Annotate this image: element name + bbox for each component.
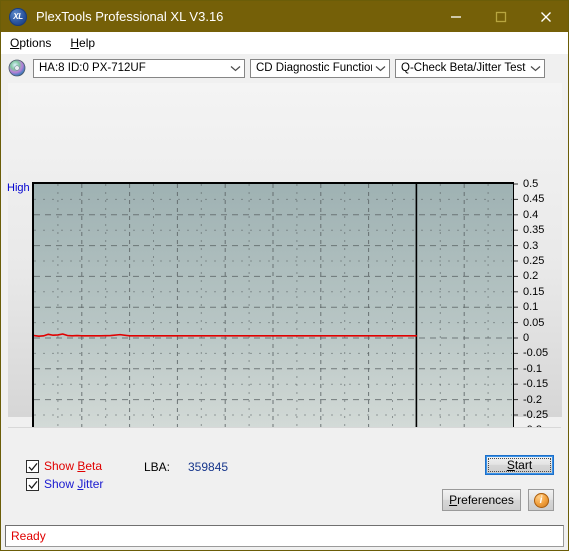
window-title: PlexTools Professional XL V3.16 bbox=[36, 9, 224, 24]
toolbar: HA:8 ID:0 PX-712UF CD Diagnostic Functio… bbox=[1, 54, 568, 82]
chevron-down-icon bbox=[372, 65, 389, 72]
preferences-button[interactable]: Preferences bbox=[442, 489, 521, 511]
minimize-icon[interactable] bbox=[433, 1, 478, 32]
test-select-value: Q-Check Beta/Jitter Test bbox=[401, 62, 526, 74]
drive-select[interactable]: HA:8 ID:0 PX-712UF bbox=[33, 58, 245, 78]
y-tick-label: 0.2 bbox=[523, 270, 539, 283]
show-jitter-label: Show Jitter bbox=[44, 477, 104, 491]
menu-item-options[interactable]: Options bbox=[7, 34, 60, 52]
show-jitter-checkbox-row[interactable]: Show Jitter bbox=[26, 477, 103, 491]
y-tick-label: 0.45 bbox=[523, 193, 545, 206]
plextools-window: XL PlexTools Professional XL V3.16 Optio… bbox=[0, 0, 569, 551]
status-text: Ready bbox=[11, 529, 46, 543]
y-tick-label: 0.1 bbox=[523, 301, 539, 314]
app-icon: XL bbox=[9, 7, 27, 26]
cd-disc-icon bbox=[8, 59, 26, 77]
show-beta-checkbox[interactable] bbox=[26, 459, 39, 473]
y-tick-label: -0.25 bbox=[523, 409, 549, 421]
function-select[interactable]: CD Diagnostic Functions bbox=[250, 58, 390, 78]
show-jitter-checkbox[interactable] bbox=[26, 477, 39, 491]
chevron-down-icon bbox=[227, 65, 244, 72]
y-tick-label: 0.4 bbox=[523, 208, 539, 221]
chart-panel: High Low 0.50.450.40.350.30.250.20.150.1… bbox=[1, 82, 568, 511]
status-bar: Ready bbox=[5, 525, 564, 547]
maximize-icon[interactable] bbox=[478, 1, 523, 32]
y-tick-label: 0.3 bbox=[523, 239, 539, 252]
lba-value: 359845 bbox=[188, 460, 229, 474]
y-tick-label: -0.2 bbox=[523, 393, 542, 406]
drive-select-value: HA:8 ID:0 PX-712UF bbox=[39, 62, 146, 74]
test-select[interactable]: Q-Check Beta/Jitter Test bbox=[395, 58, 545, 78]
show-beta-checkbox-row[interactable]: Show Beta bbox=[26, 459, 102, 473]
y-tick-label: 0.5 bbox=[523, 178, 539, 190]
function-select-value: CD Diagnostic Functions bbox=[256, 62, 372, 74]
y-tick-label: -0.15 bbox=[523, 378, 549, 391]
axis-label-high: High bbox=[7, 182, 30, 194]
start-button-label: Start bbox=[506, 458, 533, 472]
y-tick-label: -0.05 bbox=[523, 347, 549, 360]
menu-bar: Options Help bbox=[1, 32, 568, 54]
controls-panel: Show Beta Show Jitter LBA: 359845 Start … bbox=[8, 427, 561, 525]
y-tick-label: 0 bbox=[523, 332, 530, 344]
chevron-down-icon bbox=[527, 65, 544, 72]
lba-label: LBA: bbox=[144, 460, 171, 474]
y-tick-label: 0.35 bbox=[523, 224, 545, 237]
start-button[interactable]: Start bbox=[485, 455, 554, 475]
close-icon[interactable] bbox=[523, 1, 568, 32]
menu-item-help[interactable]: Help bbox=[67, 34, 104, 52]
y-tick-label: 0.25 bbox=[523, 255, 545, 267]
show-beta-label: Show Beta bbox=[44, 459, 103, 473]
window-controls bbox=[433, 1, 568, 32]
preferences-button-label: Preferences bbox=[449, 493, 514, 507]
info-button[interactable]: i bbox=[528, 489, 554, 511]
info-icon: i bbox=[533, 492, 549, 508]
y-tick-label: 0.15 bbox=[523, 285, 545, 298]
y-tick-label: 0.05 bbox=[523, 316, 545, 329]
y-tick-label: -0.1 bbox=[523, 362, 542, 375]
title-bar: XL PlexTools Professional XL V3.16 bbox=[1, 1, 568, 32]
